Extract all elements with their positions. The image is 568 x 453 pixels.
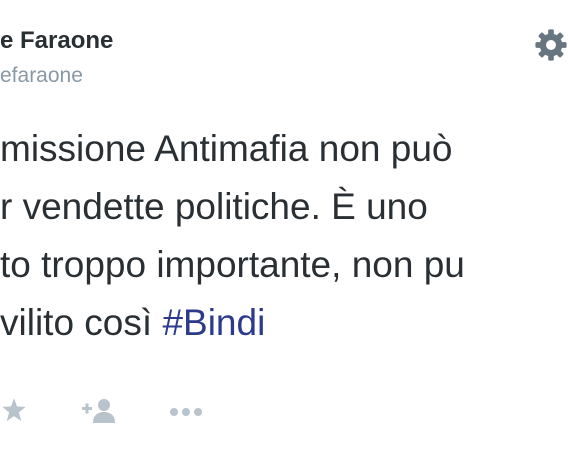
tweet-line: r vendette politiche. È uno bbox=[0, 186, 428, 227]
author-display-name[interactable]: e Faraone bbox=[0, 27, 113, 55]
tweet-text: missione Antimafia non può r vendette po… bbox=[0, 120, 568, 352]
tweet-line: vilito così #Bindi bbox=[0, 294, 568, 352]
more-icon[interactable] bbox=[168, 406, 204, 418]
author-handle[interactable]: efaraone bbox=[0, 64, 83, 88]
tweet-line-text: vilito così bbox=[0, 302, 163, 343]
gear-icon[interactable] bbox=[534, 28, 568, 62]
hashtag-link[interactable]: #Bindi bbox=[162, 302, 265, 343]
star-icon[interactable] bbox=[0, 396, 28, 424]
tweet-line: missione Antimafia non può bbox=[0, 128, 453, 169]
tweet-line: to troppo importante, non pu bbox=[0, 244, 465, 285]
follow-icon[interactable] bbox=[80, 396, 116, 426]
tweet-actions bbox=[0, 396, 568, 436]
